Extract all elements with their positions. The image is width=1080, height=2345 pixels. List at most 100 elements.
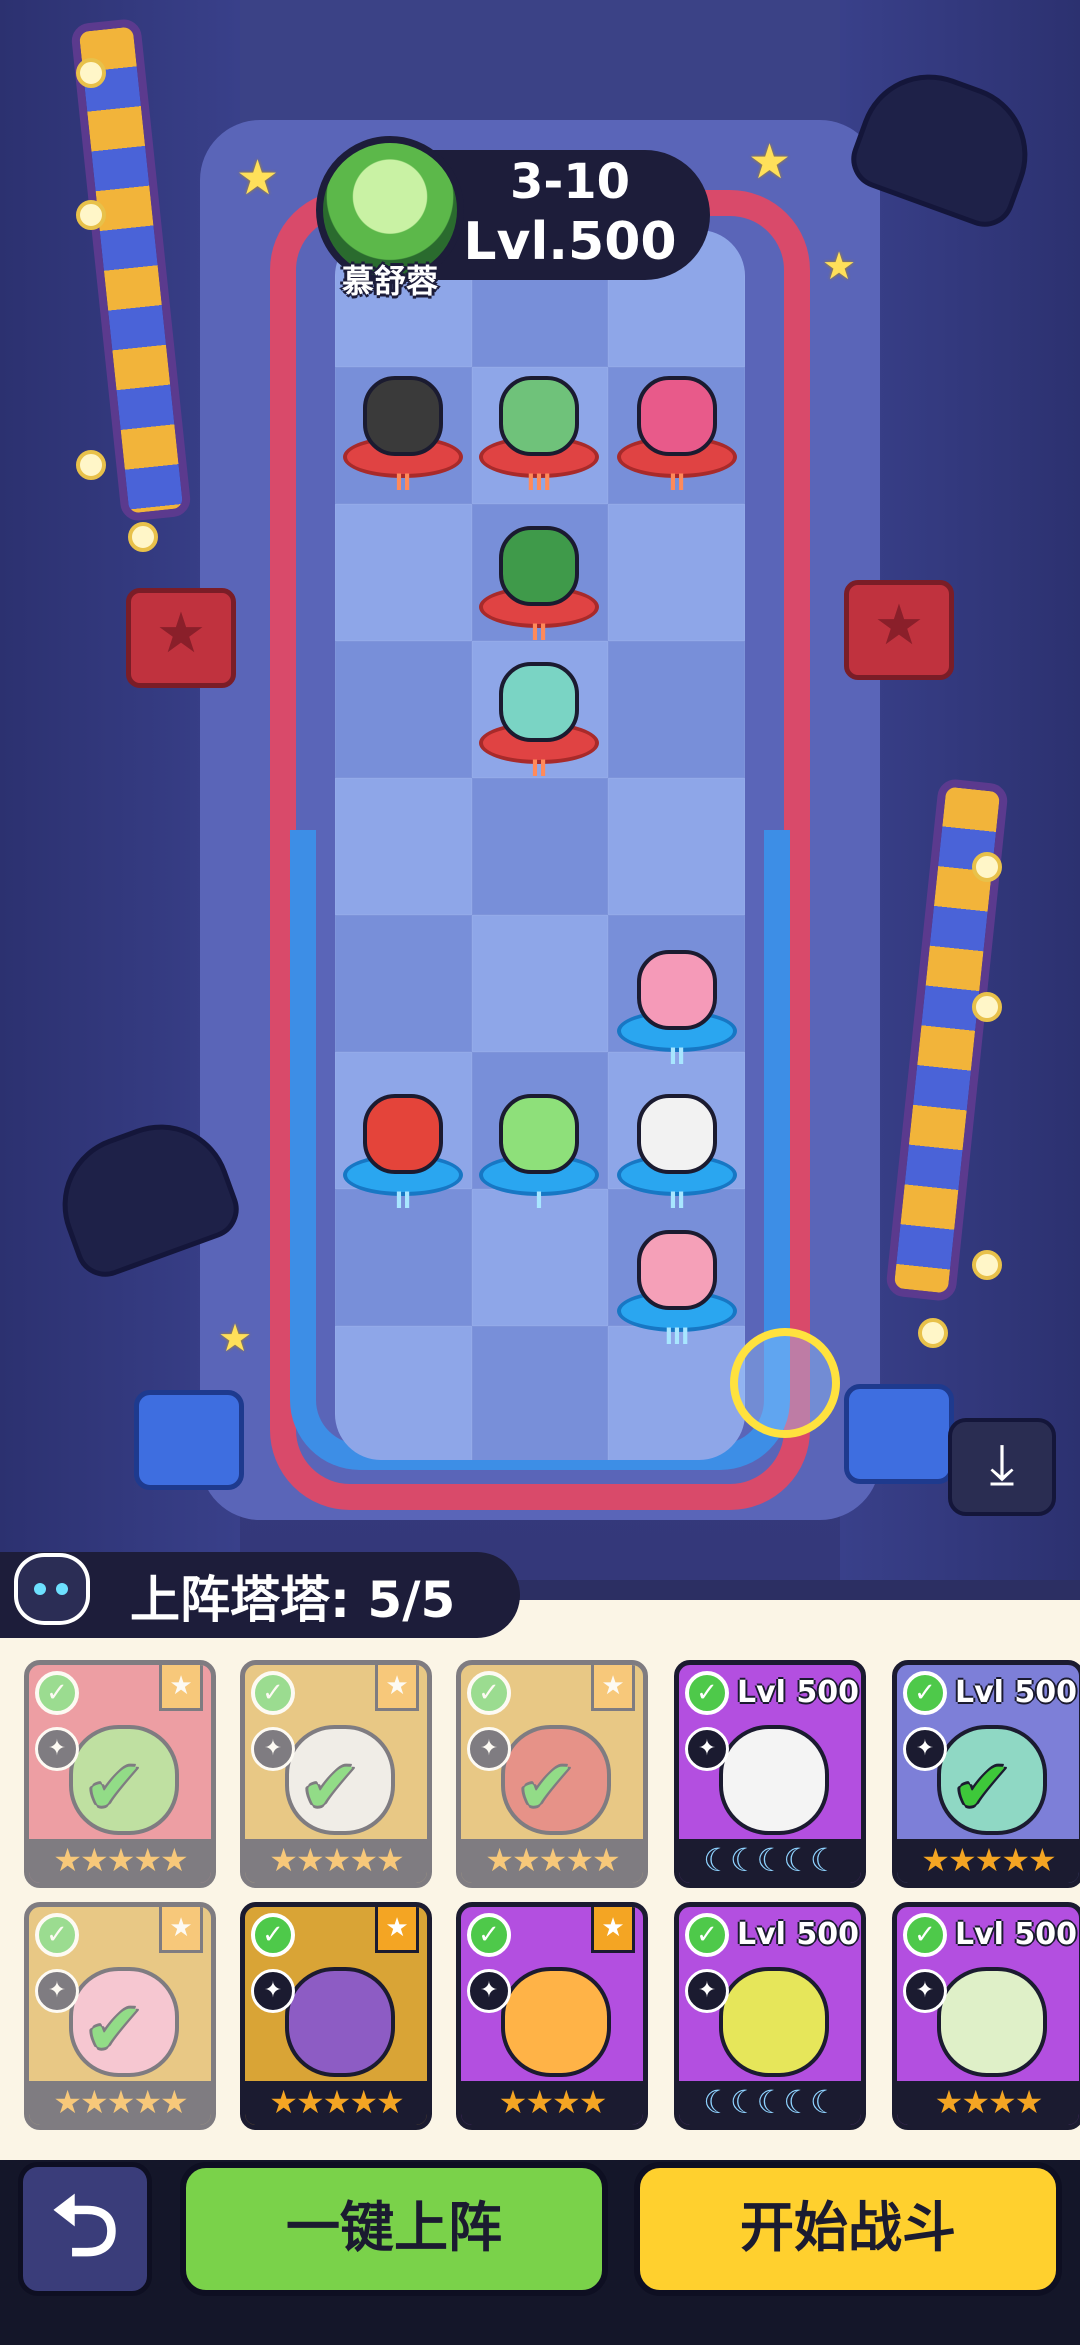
card-rating: ★★★★★ [897,1839,1079,1883]
favorite-star-icon[interactable]: ★ [591,1907,635,1953]
enemy-unit-leaf-mask[interactable]: II [474,496,604,646]
back-button[interactable]: ⮌ [18,2162,152,2296]
unit-rank: II [530,757,548,782]
star-decoration: ★ [822,244,857,288]
tower-portrait [719,1725,829,1835]
check-icon: ✓ [685,1913,729,1957]
cat-mascot-icon [14,1553,90,1625]
check-icon: ✓ [467,1913,511,1957]
light-bulb [972,992,1002,1022]
ally-unit-pink-flower[interactable]: II [612,920,742,1070]
check-icon: ✓ [251,1671,295,1715]
unit-rank: III [526,471,552,496]
auto-deploy-button[interactable]: 一键上阵 [180,2162,608,2296]
unit-rank: II [668,471,686,496]
deployed-check-icon: ✔ [952,1745,1013,1829]
light-bulb [76,200,106,230]
card-level: Lvl 500 [955,1917,1078,1952]
light-bulb [972,852,1002,882]
unit-rank: II [394,1189,412,1214]
card-rating: ☾☾☾☾☾ [679,1839,861,1883]
favorite-star-icon[interactable]: ★ [375,1907,419,1953]
ally-unit-pink-cat[interactable]: III [612,1200,742,1350]
right-blue-block [844,1384,954,1484]
tower-card[interactable]: ✓ ✦ ★ ✔ ★★★★★ [240,1660,432,1888]
tower-type-icon: ✦ [251,1969,295,2013]
ally-unit-strawberry[interactable]: II [338,1064,468,1214]
start-battle-button[interactable]: 开始战斗 [634,2162,1062,2296]
check-icon: ✓ [467,1671,511,1715]
left-star-pillar [126,588,236,688]
battle-stage: ★ ★ ★ ★ 慕舒蓉 3-10 Lvl.500 II III II II II… [0,0,1080,1580]
tower-card[interactable]: ✓ ✦ Lvl 500 ☾☾☾☾☾ [674,1660,866,1888]
tower-portrait [501,1967,611,2077]
enemy-unit-dragonfruit-cat[interactable]: II [612,346,742,496]
card-level: Lvl 500 [955,1675,1078,1710]
card-level: Lvl 500 [737,1675,860,1710]
deployed-check-icon: ✔ [84,1745,145,1829]
tower-card[interactable]: ✓ ✦ Lvl 500 ★★★★ [892,1902,1080,2130]
enemy-unit-potion-flask[interactable]: II [474,632,604,782]
tower-card[interactable]: ✓ ✦ Lvl 500 ☾☾☾☾☾ [674,1902,866,2130]
right-star-pillar [844,580,954,680]
light-bulb [972,1250,1002,1280]
light-bulb [918,1318,948,1348]
tower-card[interactable]: ✓ ✦ ★ ✔ ★★★★★ [24,1902,216,2130]
card-rating: ★★★★★ [461,1839,643,1883]
star-decoration: ★ [748,134,792,190]
tower-type-icon: ✦ [685,1727,729,1771]
card-level: Lvl 500 [737,1917,860,1952]
star-decoration: ★ [236,150,280,206]
light-bulb [76,58,106,88]
tower-type-icon: ✦ [903,1969,947,2013]
ally-unit-panda[interactable]: II [612,1064,742,1214]
check-icon: ✓ [35,1671,79,1715]
deployed-check-icon: ✔ [516,1745,577,1829]
stage-number: 3-10 [509,154,631,210]
tower-card[interactable]: ✓ ✦ ★ ★★★★★ [240,1902,432,2130]
favorite-star-icon[interactable]: ★ [159,1665,203,1711]
check-icon: ✓ [685,1671,729,1715]
enemy-unit-mushroom-witch[interactable]: III [474,346,604,496]
check-icon: ✓ [251,1913,295,1957]
enemy-unit-panda[interactable]: II [338,346,468,496]
tower-type-icon: ✦ [35,1969,79,2013]
tower-type-icon: ✦ [467,1969,511,2013]
card-rating: ★★★★★ [29,2081,211,2125]
tower-type-icon: ✦ [467,1727,511,1771]
check-icon: ✓ [903,1913,947,1957]
tower-card[interactable]: ✓ ✦ Lvl 500 ✔ ★★★★★ [892,1660,1080,1888]
favorite-star-icon[interactable]: ★ [375,1665,419,1711]
check-icon: ✓ [35,1913,79,1957]
star-decoration: ★ [218,1316,253,1360]
card-rating: ☾☾☾☾☾ [679,2081,861,2125]
left-blue-block [134,1390,244,1490]
tower-portrait [285,1967,395,2077]
opponent-level: Lvl.500 [463,212,677,272]
tower-card[interactable]: ✓ ✦ ★ ✔ ★★★★★ [24,1660,216,1888]
unit-rank: III [664,1325,690,1350]
tower-card[interactable]: ✓ ✦ ★ ✔ ★★★★★ [456,1660,648,1888]
card-rating: ★★★★ [461,2081,643,2125]
favorite-star-icon[interactable]: ★ [591,1665,635,1711]
check-icon: ✓ [903,1671,947,1715]
deployed-check-icon: ✔ [300,1745,361,1829]
tower-type-icon: ✦ [35,1727,79,1771]
deployed-check-icon: ✔ [84,1987,145,2071]
light-bulb [76,450,106,480]
tower-type-icon: ✦ [251,1727,295,1771]
card-rating: ★★★★★ [245,2081,427,2125]
card-rating: ★★★★ [897,2081,1079,2125]
tower-type-icon: ✦ [685,1969,729,2013]
unit-rank: II [394,471,412,496]
favorite-star-icon[interactable]: ★ [159,1907,203,1953]
tower-card[interactable]: ✓ ✦ ★ ★★★★ [456,1902,648,2130]
ally-unit-turnip[interactable]: I [474,1064,604,1214]
download-icon: ⤓ [989,1432,1015,1497]
tower-type-icon: ✦ [903,1727,947,1771]
card-rating: ★★★★★ [245,1839,427,1883]
tower-portrait [719,1967,829,2077]
download-button[interactable]: ⤓ [948,1418,1056,1516]
deploy-counter-label: 上阵塔塔: 5/5 [130,1571,456,1629]
unit-rank: I [534,1189,544,1214]
